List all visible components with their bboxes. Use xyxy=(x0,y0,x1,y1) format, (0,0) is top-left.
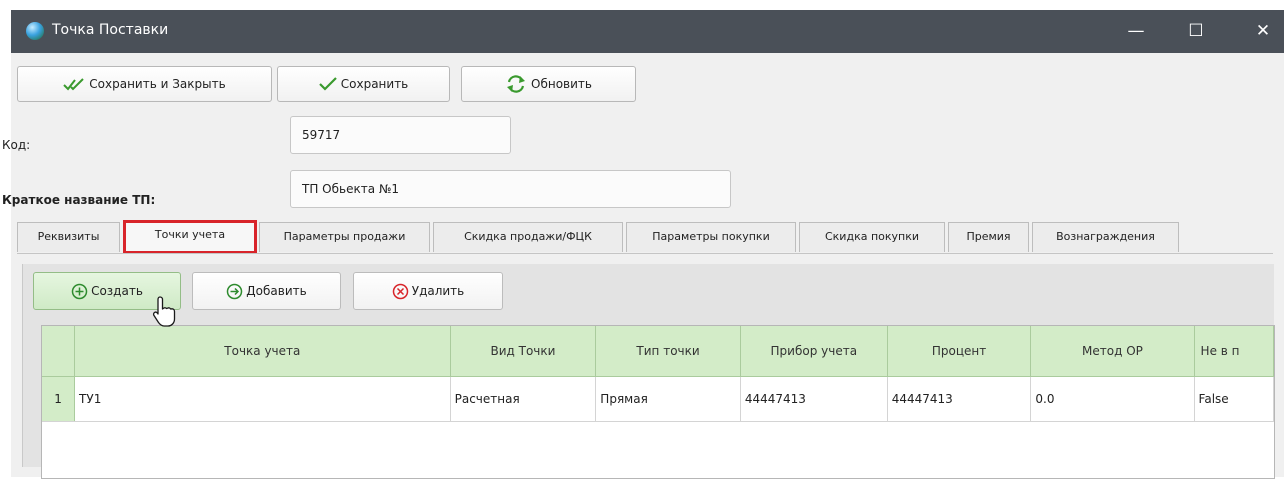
table-cell[interactable]: 44447413 xyxy=(740,376,888,422)
create-label: Создать xyxy=(91,284,143,298)
refresh-label: Обновить xyxy=(531,77,592,91)
table-cell[interactable]: False xyxy=(1194,376,1274,422)
save-and-close-label: Сохранить и Закрыть xyxy=(89,77,226,91)
refresh-button[interactable]: Обновить xyxy=(461,66,636,102)
maximize-button[interactable]: ☐ xyxy=(1181,18,1211,44)
tab-underline xyxy=(17,253,1273,254)
row-number-header xyxy=(42,326,76,377)
tab-purchase-discount[interactable]: Скидка покупки xyxy=(799,222,945,252)
row-number: 1 xyxy=(42,376,76,422)
table-cell[interactable]: ТУ1 xyxy=(74,376,451,422)
table-row[interactable]: 1 ТУ1 Расчетная Прямая 44447413 44447413… xyxy=(42,376,1274,422)
add-button[interactable]: Добавить xyxy=(192,272,341,310)
refresh-icon xyxy=(507,75,526,93)
app-globe-icon xyxy=(26,22,44,40)
tab-requisites[interactable]: Реквизиты xyxy=(17,222,120,252)
close-button[interactable]: ✕ xyxy=(1248,18,1278,44)
column-header[interactable]: Метод ОР xyxy=(1030,326,1195,377)
code-field[interactable]: 59717 xyxy=(290,116,511,154)
tab-sale-parameters[interactable]: Параметры продажи xyxy=(259,222,430,252)
save-label: Сохранить xyxy=(340,77,409,91)
title-bar: Точка Поставки — ☐ ✕ xyxy=(11,10,1284,53)
minimize-button[interactable]: — xyxy=(1121,18,1151,44)
code-label: Код: xyxy=(2,138,31,152)
save-and-close-button[interactable]: Сохранить и Закрыть xyxy=(17,66,272,102)
hand-cursor-icon xyxy=(152,296,176,327)
x-circle-icon xyxy=(392,283,408,299)
column-header[interactable]: Прибор учета xyxy=(740,326,888,377)
column-header[interactable]: Процент xyxy=(887,326,1032,377)
tab-bonus[interactable]: Премия xyxy=(948,222,1029,252)
tab-strip: Реквизиты Точки учета Параметры продажи … xyxy=(17,220,1217,254)
tab-metering-points[interactable]: Точки учета xyxy=(123,220,257,254)
save-button[interactable]: Сохранить xyxy=(277,66,450,102)
table-cell[interactable]: Расчетная xyxy=(450,376,597,422)
column-header[interactable]: Тип точки xyxy=(595,326,741,377)
add-label: Добавить xyxy=(246,284,307,298)
column-header[interactable]: Вид Точки xyxy=(450,326,597,377)
plus-circle-icon xyxy=(71,283,88,299)
window-title: Точка Поставки xyxy=(52,22,169,38)
tab-sale-discount[interactable]: Скидка продажи/ФЦК xyxy=(433,222,623,252)
short-name-field[interactable]: ТП Обьекта №1 xyxy=(290,170,731,208)
arrow-right-circle-icon xyxy=(227,283,243,299)
short-name-label: Краткое название ТП: xyxy=(2,193,156,207)
tab-purchase-parameters[interactable]: Параметры покупки xyxy=(626,222,796,252)
delete-label: Удалить xyxy=(411,284,465,298)
column-header[interactable]: Точка учета xyxy=(74,326,451,377)
delete-button[interactable]: Удалить xyxy=(353,272,503,310)
tab-rewards[interactable]: Вознаграждения xyxy=(1032,222,1179,252)
column-header[interactable]: Не в п xyxy=(1194,326,1274,377)
grid-header-row: Точка учета Вид Точки Тип точки Прибор у… xyxy=(42,326,1274,377)
metering-points-grid[interactable]: Точка учета Вид Точки Тип точки Прибор у… xyxy=(41,325,1275,479)
table-cell[interactable]: 0.0 xyxy=(1030,376,1195,422)
check-icon xyxy=(318,77,337,91)
double-check-icon xyxy=(63,78,85,91)
table-cell[interactable]: 44447413 xyxy=(887,376,1032,422)
table-cell[interactable]: Прямая xyxy=(595,376,741,422)
